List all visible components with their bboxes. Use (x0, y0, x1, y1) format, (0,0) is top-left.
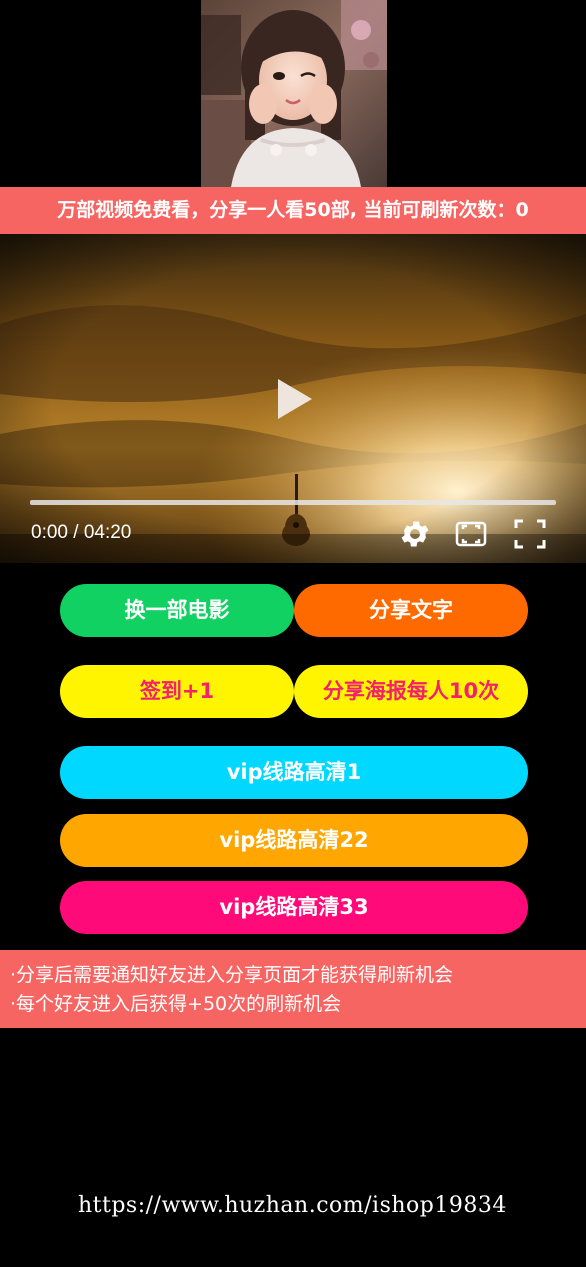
note-line-1: ·分享后需要通知好友进入分享页面才能获得刷新机会 (10, 964, 454, 986)
video-progress-bar[interactable] (30, 500, 556, 505)
screen-fit-icon (455, 521, 487, 547)
vip-line-33-button[interactable]: vip线路高清33 (60, 881, 528, 934)
gear-icon (401, 521, 429, 547)
settings-button[interactable] (398, 517, 432, 551)
vip-line-22-button[interactable]: vip线路高清22 (60, 814, 528, 867)
current-time: 0:00 (31, 522, 68, 543)
fullscreen-icon (514, 519, 546, 549)
refresh-count-banner: 万部视频免费看，分享一人看50部, 当前可刷新次数：0 (0, 187, 586, 234)
time-separator: / (67, 522, 84, 543)
note-line-2: ·每个好友进入后获得+50次的刷新机会 (10, 993, 342, 1015)
checkin-button[interactable]: 签到+1 (60, 665, 294, 718)
portrait-image (201, 0, 387, 187)
fullscreen-button[interactable] (513, 517, 547, 551)
video-player[interactable]: 0:00 / 04:20 (0, 234, 586, 563)
share-text-button[interactable]: 分享文字 (294, 584, 528, 637)
video-time-display: 0:00 / 04:20 (31, 522, 131, 544)
watermark-url: https://www.huzhan.com/ishop19834 (78, 1193, 507, 1218)
change-movie-button[interactable]: 换一部电影 (60, 584, 294, 637)
duration: 04:20 (83, 522, 132, 543)
share-rules-notes: ·分享后需要通知好友进入分享页面才能获得刷新机会 ·每个好友进入后获得+50次的… (0, 950, 586, 1028)
picture-in-picture-button[interactable] (454, 517, 488, 551)
share-poster-button[interactable]: 分享海报每人10次 (294, 665, 528, 718)
banner-photo (201, 0, 387, 187)
play-button[interactable] (270, 376, 316, 422)
play-icon (278, 379, 312, 419)
vip-line-1-button[interactable]: vip线路高清1 (60, 746, 528, 799)
